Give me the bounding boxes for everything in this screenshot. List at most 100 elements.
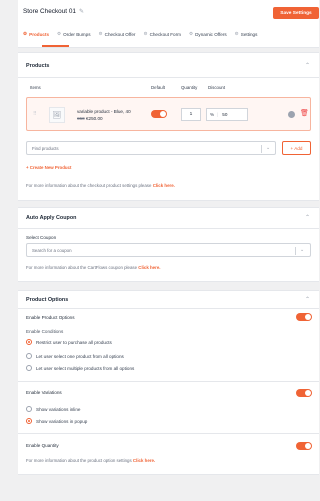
enable-quantity-toggle[interactable] xyxy=(296,442,312,450)
condition-option[interactable]: Let user select multiple products from a… xyxy=(26,365,134,371)
options-title: Product Options xyxy=(26,297,69,303)
enable-variations-toggle[interactable] xyxy=(296,389,312,397)
find-products-select[interactable]: Find products ⌄ xyxy=(26,141,276,155)
coupon-info-text: For more information about the CartFlows… xyxy=(26,265,138,270)
products-info-text: For more information about the checkout … xyxy=(26,183,152,188)
product-price: €60 €250.00 xyxy=(77,116,103,121)
coupon-info-link[interactable]: Click here. xyxy=(138,265,160,270)
divider xyxy=(18,308,319,309)
radio-icon[interactable] xyxy=(26,365,32,371)
coupon-info: For more information about the CartFlows… xyxy=(26,265,161,270)
tab-label: Order Bumps xyxy=(63,31,91,37)
condition-label: Let user select one product from all opt… xyxy=(36,353,124,359)
save-settings-button[interactable]: Save Settings xyxy=(273,7,319,19)
divider xyxy=(18,77,319,78)
gear-icon: ⚙ xyxy=(57,31,62,36)
discount-separator: | xyxy=(217,112,219,117)
divider xyxy=(18,228,319,229)
tab-label: Checkout Offer xyxy=(104,31,136,37)
tab-checkout-form[interactable]: ⚙ Checkout Form xyxy=(143,29,181,39)
tab-label: Products xyxy=(29,31,50,37)
collapse-chevron-icon[interactable]: ⌃ xyxy=(305,296,310,303)
condition-label: Let user select multiple products from a… xyxy=(36,365,135,371)
coupon-panel: Auto Apply Coupon ⌃ Select Coupon Search… xyxy=(18,207,319,282)
col-default: Default xyxy=(151,85,165,90)
gear-icon: ⚙ xyxy=(143,31,148,36)
enable-quantity-label: Enable Quantity xyxy=(26,443,59,448)
variation-label: Show variations in popup xyxy=(36,418,88,424)
options-info: For more information about the product o… xyxy=(26,458,155,463)
collapse-chevron-icon[interactable]: ⌃ xyxy=(305,62,310,69)
tab-bar: ⚙ Products ⚙ Order Bumps ⚙ Checkout Offer ⚙… xyxy=(23,29,265,39)
divider xyxy=(18,433,319,434)
variation-option[interactable]: Show variations in popup xyxy=(26,418,87,424)
create-new-product-link[interactable]: + Create New Product xyxy=(26,165,72,170)
gear-icon: ⚙ xyxy=(98,31,103,36)
enable-product-options-toggle[interactable] xyxy=(296,313,312,321)
condition-option[interactable]: Restrict user to purchase all products xyxy=(26,339,112,345)
coupon-placeholder: Search for a coupon xyxy=(32,248,72,253)
variation-label: Show variations inline xyxy=(36,406,81,412)
col-discount: Discount xyxy=(208,85,226,90)
condition-option[interactable]: Let user select one product from all opt… xyxy=(26,353,124,359)
products-title: Products xyxy=(26,63,50,69)
condition-label: Restrict user to purchase all products xyxy=(36,339,112,345)
quantity-input[interactable]: 1 xyxy=(181,108,201,121)
hide-product-icon[interactable] xyxy=(288,111,295,118)
variation-option[interactable]: Show variations inline xyxy=(26,406,80,412)
find-products-placeholder: Find products xyxy=(32,146,59,151)
products-info-link[interactable]: Click here. xyxy=(153,183,175,188)
active-tab-indicator xyxy=(42,45,69,47)
old-price: €60 xyxy=(77,116,85,121)
radio-checked-icon[interactable] xyxy=(26,339,32,345)
edit-title-icon[interactable]: ✎ xyxy=(79,8,84,15)
tab-label: Settings xyxy=(240,31,258,37)
discount-field[interactable]: % | 50 xyxy=(206,108,248,121)
gear-icon: ⚙ xyxy=(234,31,239,36)
tab-dynamic-offers[interactable]: ⚙ Dynamic Offers xyxy=(189,29,227,39)
coupon-select[interactable]: Search for a coupon ⌄ xyxy=(26,243,311,257)
coupon-title: Auto Apply Coupon xyxy=(26,215,77,221)
tab-checkout-offer[interactable]: ⚙ Checkout Offer xyxy=(99,29,136,39)
delete-product-icon[interactable]: 🗑 xyxy=(300,109,309,117)
add-product-button[interactable]: + Add xyxy=(282,141,311,155)
drag-handle-icon[interactable]: ⠿ xyxy=(33,111,37,117)
enable-variations-label: Enable Variations xyxy=(26,390,62,395)
select-separator xyxy=(261,145,262,153)
products-table-header: Items Default Quantity Discount xyxy=(26,85,311,95)
chevron-down-icon[interactable]: ⌄ xyxy=(300,247,304,253)
col-items: Items xyxy=(30,85,41,90)
enable-product-options-label: Enable Product Options xyxy=(26,315,75,320)
default-toggle[interactable] xyxy=(151,110,167,118)
products-panel: Products ⌃ Items Default Quantity Discou… xyxy=(18,52,319,201)
products-info: For more information about the checkout … xyxy=(26,183,175,188)
page-title: Store Checkout 01 xyxy=(23,8,76,15)
discount-type[interactable]: % xyxy=(210,112,214,117)
divider xyxy=(18,381,319,382)
gear-icon: ⚙ xyxy=(188,31,194,36)
tab-order-bumps[interactable]: ⚙ Order Bumps xyxy=(57,29,90,39)
gear-icon: ⚙ xyxy=(23,31,28,36)
sale-price: €250.00 xyxy=(85,116,103,121)
radio-icon[interactable] xyxy=(26,406,32,412)
discount-value[interactable]: 50 xyxy=(222,112,227,117)
product-options-panel: Product Options ⌃ Enable Product Options… xyxy=(18,290,319,475)
tab-settings[interactable]: ⚙ Settings xyxy=(235,29,258,39)
radio-checked-icon[interactable] xyxy=(26,418,32,424)
product-name: variable product - Blue, 40 xyxy=(77,109,131,114)
options-info-link[interactable]: Click here. xyxy=(133,458,155,463)
col-quantity: Quantity xyxy=(181,85,198,90)
chevron-down-icon[interactable]: ⌄ xyxy=(266,145,270,151)
select-separator xyxy=(295,247,296,255)
options-info-text: For more information about the product o… xyxy=(26,458,132,463)
select-coupon-label: Select Coupon xyxy=(26,235,57,240)
product-image-icon: 🖼 xyxy=(49,107,65,123)
product-row: ⠿ 🖼 variable product - Blue, 40 €60 €250… xyxy=(26,97,311,131)
tab-label: Dynamic Offers xyxy=(195,31,227,37)
enable-conditions-label: Enable Conditions xyxy=(26,329,64,334)
tab-label: Checkout Form xyxy=(149,31,181,37)
collapse-chevron-icon[interactable]: ⌃ xyxy=(305,214,310,221)
editor-header: Store Checkout 01 ✎ Save Settings ⚙ Produ… xyxy=(18,0,319,48)
tab-products[interactable]: ⚙ Products xyxy=(23,29,49,39)
radio-icon[interactable] xyxy=(26,353,32,359)
